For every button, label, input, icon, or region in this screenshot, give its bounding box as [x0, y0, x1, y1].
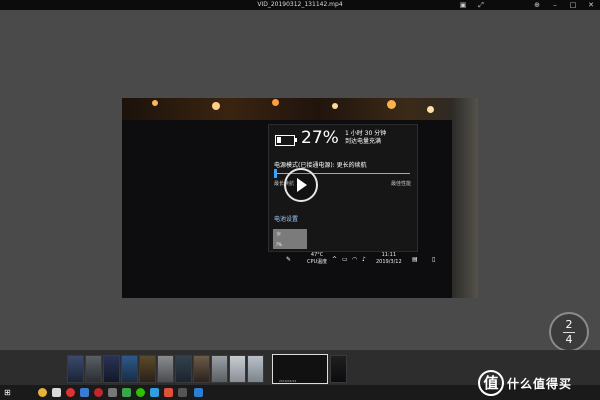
- filmstrip-thumb[interactable]: [67, 355, 84, 383]
- battery-remaining: 1 小时 30 分钟 到达电量充满: [345, 130, 415, 146]
- pen-icon: ✎: [286, 256, 292, 263]
- battery-percent: 27%: [301, 128, 339, 148]
- wechat-icon[interactable]: [136, 388, 145, 397]
- sun-icon: ☼: [276, 231, 282, 238]
- wifi-icon: ◠: [352, 256, 358, 263]
- slider-right-label: 最佳性能: [390, 181, 411, 187]
- light-dot: [152, 100, 158, 106]
- monitor-edge: [452, 98, 478, 298]
- brand-watermark: 值 什么值得买: [478, 369, 600, 400]
- remaining-line1: 1 小时 30 分钟: [345, 130, 387, 137]
- app-icon[interactable]: [178, 388, 187, 397]
- close-icon[interactable]: ✕: [586, 1, 596, 9]
- filmstrip-thumb[interactable]: [121, 355, 138, 383]
- app-icon[interactable]: [80, 388, 89, 397]
- minimize-icon[interactable]: –: [550, 1, 560, 9]
- battery-fill: [277, 137, 281, 143]
- play-button[interactable]: [284, 168, 318, 202]
- battery-icon: [275, 135, 297, 146]
- app-icon[interactable]: [164, 388, 173, 397]
- viewer-stage: 27% 1 小时 30 分钟 到达电量充满 电源模式(已接通电源): 更长的续航…: [0, 10, 600, 352]
- page-counter: 2 4: [549, 312, 589, 352]
- maximize-icon[interactable]: □: [568, 1, 578, 9]
- cpu-temp: 47°C CPU温度: [307, 252, 327, 266]
- filmstrip-thumb[interactable]: [157, 355, 174, 383]
- record-icon[interactable]: [66, 388, 75, 397]
- selected-thumb-caption: 2019/03/12: [279, 379, 297, 383]
- battery-settings-link[interactable]: 电池设置: [274, 214, 298, 223]
- filmstrip-thumb[interactable]: [330, 355, 347, 383]
- filmstrip-thumb[interactable]: [193, 355, 210, 383]
- filmstrip-thumb[interactable]: [103, 355, 120, 383]
- app-icon[interactable]: [122, 388, 131, 397]
- filmstrip-thumb-selected[interactable]: 2019/03/12: [272, 354, 328, 384]
- counter-current: 2: [565, 318, 573, 331]
- chrome-icon[interactable]: [38, 388, 47, 397]
- pin-icon[interactable]: ⊕: [532, 1, 542, 9]
- cpu-label: CPU温度: [307, 259, 328, 265]
- light-dot: [212, 102, 220, 110]
- battery-tray-icon: ▭: [342, 256, 348, 263]
- light-dot: [332, 103, 338, 109]
- tray-time: 11:11: [381, 252, 397, 258]
- battery-saver-tile[interactable]: ☼ ?%: [273, 229, 307, 249]
- temperature-value: 47°C: [310, 252, 324, 258]
- photos-icon[interactable]: [194, 388, 203, 397]
- slider-thumb[interactable]: [274, 169, 277, 178]
- window-title: VID_20190312_131142.mp4: [257, 1, 343, 8]
- notification-icon: ▤: [412, 256, 418, 263]
- filmstrip-thumb[interactable]: [229, 355, 246, 383]
- brand-text: 什么值得买: [507, 377, 573, 391]
- video-tray: ✎ 47°C CPU温度 ^ ▭ ◠ ♪ 11:11 2019/3/12 ▤ ▯: [282, 250, 452, 274]
- image-icon[interactable]: ▣: [458, 1, 468, 9]
- remaining-line2: 到达电量充满: [345, 138, 382, 145]
- bokeh-background: [122, 98, 478, 120]
- light-dot: [272, 99, 279, 106]
- title-bar: VID_20190312_131142.mp4 ▣ ⤢ ⊕ – □ ✕: [0, 0, 600, 10]
- light-dot: [387, 100, 396, 109]
- tray-clock: 11:11 2019/3/12: [376, 252, 402, 266]
- tray-date: 2019/3/12: [376, 259, 402, 265]
- windows-start-icon[interactable]: ⊞: [4, 389, 11, 397]
- fullscreen-icon[interactable]: ⤢: [476, 1, 486, 9]
- counter-total: 4: [565, 333, 573, 346]
- filmstrip-thumb[interactable]: [85, 355, 102, 383]
- chevron-up-icon: ^: [332, 256, 338, 263]
- filmstrip-thumb[interactable]: [247, 355, 264, 383]
- light-dot: [427, 106, 434, 113]
- app-icon[interactable]: [52, 388, 61, 397]
- power-mode-label: 电源模式(已接通电源): 更长的续航: [274, 162, 367, 169]
- show-desktop-icon: ▯: [432, 256, 436, 263]
- filmstrip-thumb[interactable]: [211, 355, 228, 383]
- app-icon[interactable]: [150, 388, 159, 397]
- app-icon[interactable]: [94, 388, 103, 397]
- app-icon[interactable]: [108, 388, 117, 397]
- saver-tile-label: ?%: [276, 242, 282, 247]
- brand-logo: 值: [478, 370, 504, 396]
- volume-icon: ♪: [362, 256, 366, 263]
- video-frame[interactable]: 27% 1 小时 30 分钟 到达电量充满 电源模式(已接通电源): 更长的续航…: [122, 98, 478, 298]
- title-toolbar: ▣ ⤢: [458, 0, 486, 10]
- window-controls: ⊕ – □ ✕: [532, 0, 596, 10]
- filmstrip-thumb[interactable]: [175, 355, 192, 383]
- filmstrip-thumb[interactable]: [139, 355, 156, 383]
